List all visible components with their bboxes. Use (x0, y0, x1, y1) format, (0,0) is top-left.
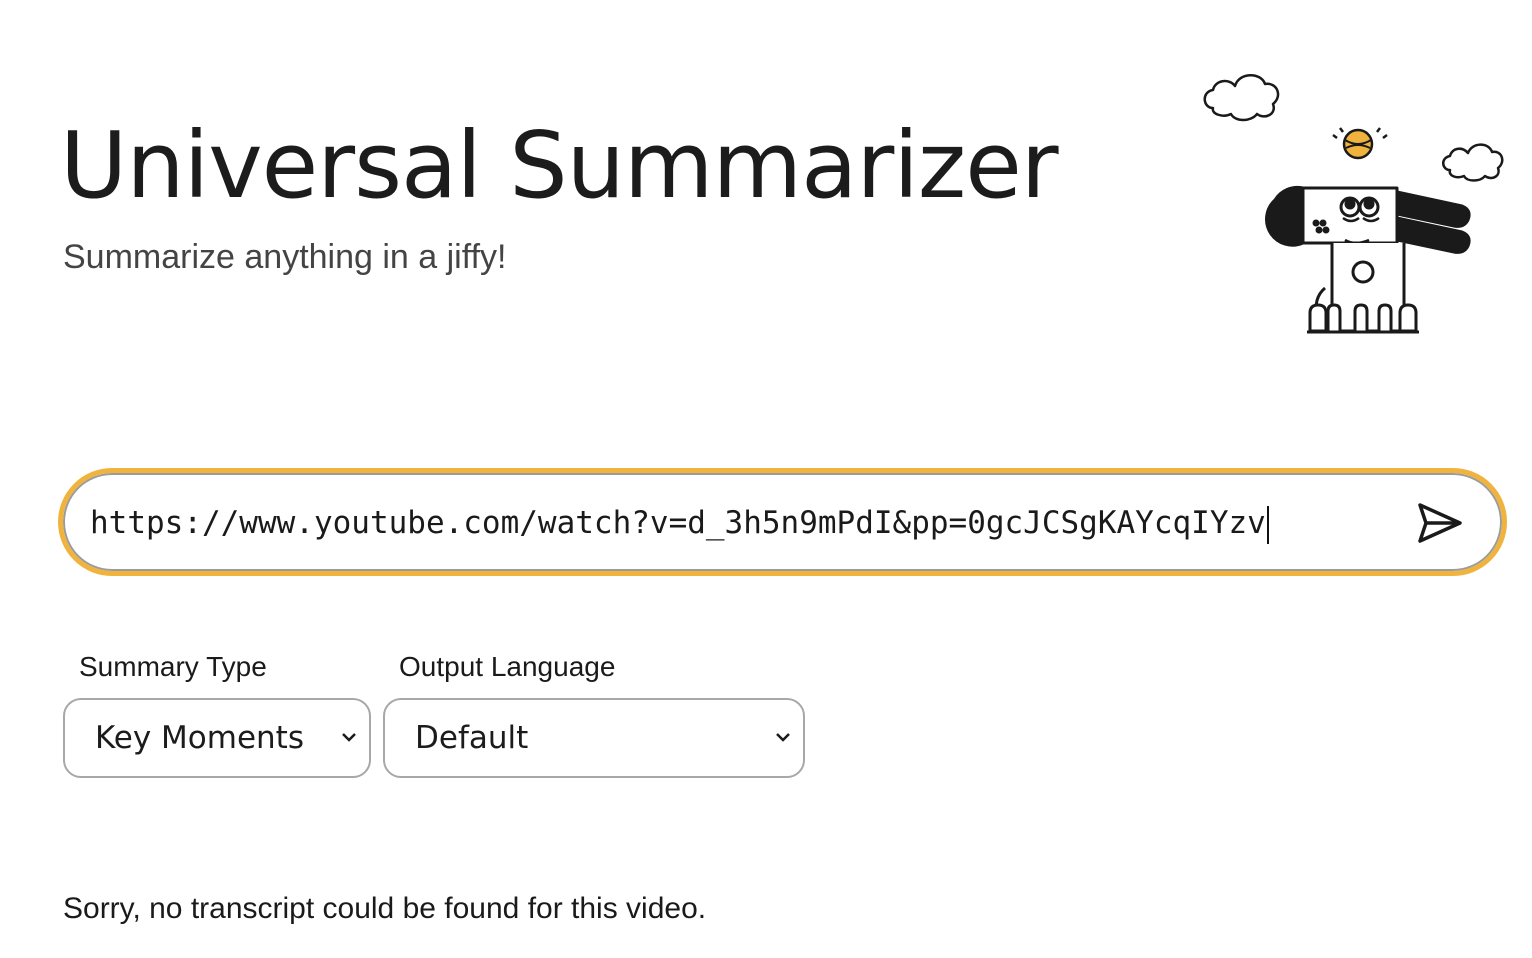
summary-type-selected-value: Key Moments (95, 720, 304, 756)
chevron-down-icon (776, 733, 790, 742)
status-message: Sorry, no transcript could be found for … (63, 892, 707, 925)
page-title: Universal Summarizer (60, 112, 1059, 219)
send-icon[interactable] (1416, 501, 1464, 545)
url-input[interactable]: https://www.youtube.com/watch?v=d_3h5n9m… (90, 495, 1310, 551)
page: Universal Summarizer Summarize anything … (0, 0, 1532, 958)
page-subtitle: Summarize anything in a jiffy! (63, 238, 507, 276)
output-language-select[interactable]: Default (383, 698, 805, 778)
summary-type-select[interactable]: Key Moments (63, 698, 371, 778)
summary-type-label: Summary Type (79, 651, 267, 682)
output-language-selected-value: Default (415, 720, 529, 756)
text-caret (1266, 505, 1269, 544)
url-input-container[interactable]: https://www.youtube.com/watch?v=d_3h5n9m… (58, 468, 1507, 576)
dog-illustration-icon (1203, 74, 1504, 334)
output-language-label: Output Language (399, 651, 616, 682)
url-input-value: https://www.youtube.com/watch?v=d_3h5n9m… (90, 505, 1266, 541)
chevron-down-icon (342, 733, 356, 742)
